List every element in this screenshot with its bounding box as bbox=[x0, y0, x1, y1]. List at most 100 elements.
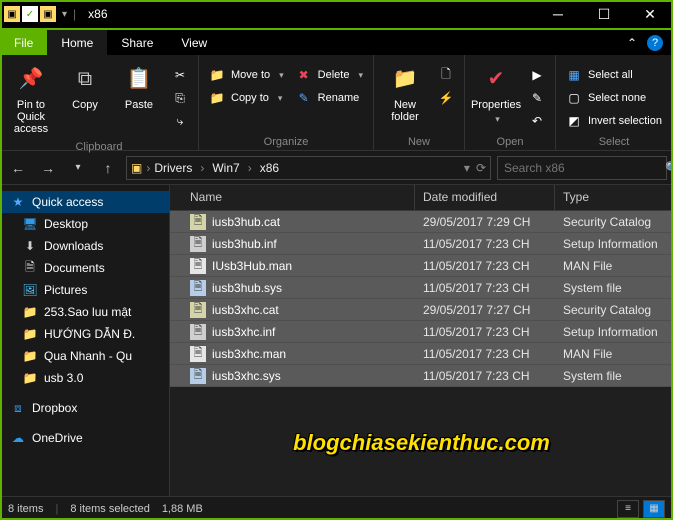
details-view-button[interactable]: ≡ bbox=[617, 500, 639, 518]
chevron-down-icon[interactable]: ▾ bbox=[58, 9, 71, 20]
table-row[interactable]: 🗎IUsb3Hub.man11/05/2017 7:23 CHMAN File bbox=[170, 255, 673, 277]
edit-button[interactable]: ✎ bbox=[525, 88, 549, 108]
file-icon: 🗎 bbox=[190, 346, 206, 362]
copy-button[interactable]: ⧉ Copy bbox=[60, 59, 110, 115]
sidebar-item[interactable]: 📁HƯỚNG DẪN Đ. bbox=[0, 323, 169, 345]
pic-icon: 🖼 bbox=[22, 282, 38, 298]
paste-shortcut-button[interactable]: ⤷ bbox=[168, 111, 192, 131]
file-type: System file bbox=[555, 369, 673, 383]
search-input[interactable] bbox=[504, 161, 659, 175]
table-row[interactable]: 🗎iusb3xhc.sys11/05/2017 7:23 CHSystem fi… bbox=[170, 365, 673, 387]
doc-icon: 🗎 bbox=[22, 260, 38, 276]
folder-icon: 📁 bbox=[22, 370, 38, 386]
pin-to-quick-access-button[interactable]: 📌 Pin to Quick access bbox=[6, 59, 56, 139]
copy-path-button[interactable]: ⎘ bbox=[168, 88, 192, 108]
column-headers[interactable]: Name Date modified Type bbox=[170, 185, 673, 211]
properties-button[interactable]: ✔ Properties bbox=[471, 59, 521, 129]
file-type: Security Catalog bbox=[555, 215, 673, 229]
sidebar-item[interactable]: ☁OneDrive bbox=[0, 427, 169, 449]
copy-icon: ⧉ bbox=[69, 63, 101, 95]
column-date[interactable]: Date modified bbox=[415, 185, 555, 210]
column-type[interactable]: Type bbox=[555, 185, 673, 210]
search-box[interactable]: 🔍 bbox=[497, 156, 667, 180]
sidebar-item[interactable]: 📁253.Sao luu mật bbox=[0, 301, 169, 323]
close-button[interactable]: ✕ bbox=[627, 0, 673, 29]
file-type: MAN File bbox=[555, 259, 673, 273]
breadcrumb-segment[interactable]: Win7 bbox=[208, 161, 255, 175]
rename-button[interactable]: ✎Rename bbox=[292, 88, 367, 108]
file-date: 11/05/2017 7:23 CH bbox=[415, 369, 555, 383]
sidebar-item[interactable]: 🖥Desktop bbox=[0, 213, 169, 235]
file-name: iusb3hub.cat bbox=[212, 215, 280, 229]
folder-icon[interactable]: ▣ bbox=[40, 6, 56, 22]
window-controls: ─ ☐ ✕ bbox=[535, 0, 673, 29]
tab-share[interactable]: Share bbox=[107, 30, 167, 55]
invert-selection-button[interactable]: ◩Invert selection bbox=[562, 111, 666, 131]
file-date: 29/05/2017 7:27 CH bbox=[415, 303, 555, 317]
new-folder-icon: 📁 bbox=[389, 63, 421, 95]
file-date: 11/05/2017 7:23 CH bbox=[415, 237, 555, 251]
group-label: Select bbox=[562, 134, 666, 148]
icons-view-button[interactable]: ▦ bbox=[643, 500, 665, 518]
table-row[interactable]: 🗎iusb3hub.inf11/05/2017 7:23 CHSetup Inf… bbox=[170, 233, 673, 255]
chevron-up-icon[interactable]: ⌃ bbox=[627, 36, 637, 50]
history-button[interactable]: ↶ bbox=[525, 111, 549, 131]
copy-to-button[interactable]: 📁Copy to bbox=[205, 88, 288, 108]
breadcrumb-segment[interactable]: Drivers bbox=[150, 161, 208, 175]
sidebar-item[interactable]: 🗎Documents bbox=[0, 257, 169, 279]
maximize-button[interactable]: ☐ bbox=[581, 0, 627, 29]
tab-view[interactable]: View bbox=[167, 30, 221, 55]
table-row[interactable]: 🗎iusb3hub.sys11/05/2017 7:23 CHSystem fi… bbox=[170, 277, 673, 299]
easy-access-button[interactable]: ⚡ bbox=[434, 88, 458, 108]
open-button[interactable]: ▶ bbox=[525, 65, 549, 85]
tab-home[interactable]: Home bbox=[47, 30, 107, 55]
status-bar: 8 items | 8 items selected 1,88 MB ≡ ▦ bbox=[0, 496, 673, 520]
sidebar-item[interactable]: ⧈Dropbox bbox=[0, 397, 169, 419]
address-bar[interactable]: ▣ › DriversWin7x86 ▾ ⟳ bbox=[126, 156, 491, 180]
select-all-button[interactable]: ▦Select all bbox=[562, 65, 666, 85]
table-row[interactable]: 🗎iusb3xhc.cat29/05/2017 7:27 CHSecurity … bbox=[170, 299, 673, 321]
sidebar-item[interactable]: 📁Qua Nhanh - Qu bbox=[0, 345, 169, 367]
sidebar-item[interactable]: ★Quick access bbox=[0, 191, 169, 213]
cloud-icon: ☁ bbox=[10, 430, 26, 446]
sidebar-item[interactable]: 📁 usb 3.0 bbox=[0, 367, 169, 389]
select-none-button[interactable]: ▢Select none bbox=[562, 88, 666, 108]
table-row[interactable]: 🗎iusb3hub.cat29/05/2017 7:29 CHSecurity … bbox=[170, 211, 673, 233]
sidebar-item[interactable]: 🖼Pictures bbox=[0, 279, 169, 301]
group-open: ✔ Properties ▶ ✎ ↶ Open bbox=[465, 55, 556, 150]
navigation-bar: ← → ▾ ↑ ▣ › DriversWin7x86 ▾ ⟳ 🔍 bbox=[0, 151, 673, 185]
paste-icon: 📋 bbox=[123, 63, 155, 95]
sidebar-item-label: usb 3.0 bbox=[44, 371, 83, 385]
table-row[interactable]: 🗎iusb3xhc.inf11/05/2017 7:23 CHSetup Inf… bbox=[170, 321, 673, 343]
table-row[interactable]: 🗎iusb3xhc.man11/05/2017 7:23 CHMAN File bbox=[170, 343, 673, 365]
move-to-button[interactable]: 📁Move to bbox=[205, 65, 288, 85]
up-button[interactable]: ↑ bbox=[96, 156, 120, 180]
navigation-pane[interactable]: ★Quick access🖥Desktop⬇Downloads🗎Document… bbox=[0, 185, 170, 496]
file-list[interactable]: Name Date modified Type 🗎iusb3hub.cat29/… bbox=[170, 185, 673, 496]
help-icon[interactable]: ? bbox=[647, 35, 663, 51]
check-icon[interactable]: ✓ bbox=[22, 6, 38, 22]
group-clipboard: 📌 Pin to Quick access ⧉ Copy 📋 Paste ✂ ⎘… bbox=[0, 55, 199, 150]
open-icon: ▶ bbox=[529, 67, 545, 83]
forward-button[interactable]: → bbox=[36, 156, 60, 180]
delete-button[interactable]: ✖Delete bbox=[292, 65, 367, 85]
folder-icon[interactable]: ▣ bbox=[4, 6, 20, 22]
cut-button[interactable]: ✂ bbox=[168, 65, 192, 85]
recent-locations-button[interactable]: ▾ bbox=[66, 156, 90, 180]
dropdown-icon[interactable]: ▾ bbox=[464, 161, 470, 175]
paste-button[interactable]: 📋 Paste bbox=[114, 59, 164, 115]
new-folder-button[interactable]: 📁 New folder bbox=[380, 59, 430, 127]
column-name[interactable]: Name bbox=[170, 185, 415, 210]
new-item-icon: 🗋 bbox=[438, 67, 454, 83]
breadcrumb-segment[interactable]: x86 bbox=[256, 161, 291, 175]
sidebar-item[interactable]: ⬇Downloads bbox=[0, 235, 169, 257]
sidebar-item-label: Qua Nhanh - Qu bbox=[44, 349, 132, 363]
new-item-button[interactable]: 🗋 bbox=[434, 65, 458, 85]
tab-file[interactable]: File bbox=[0, 30, 47, 55]
minimize-button[interactable]: ─ bbox=[535, 0, 581, 29]
sidebar-item-label: Quick access bbox=[32, 195, 103, 209]
refresh-icon[interactable]: ⟳ bbox=[476, 161, 486, 175]
window-title: x86 bbox=[80, 7, 535, 21]
back-button[interactable]: ← bbox=[6, 156, 30, 180]
item-count: 8 items bbox=[8, 503, 43, 515]
